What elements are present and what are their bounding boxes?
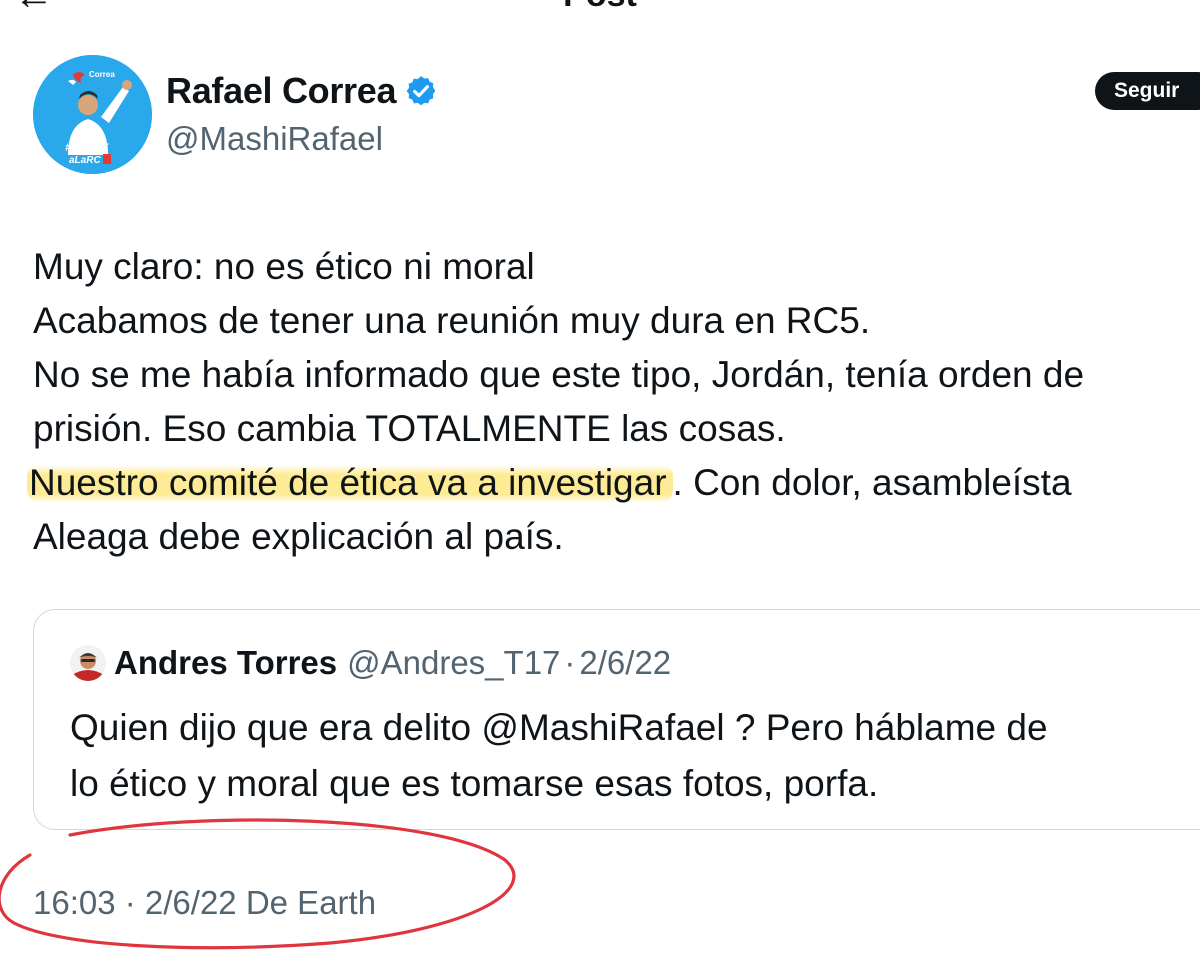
page-title: Post xyxy=(0,0,1200,15)
quoted-tweet-header: Andres Torres @Andres_T17 · 2/6/22 xyxy=(70,644,671,682)
author-name[interactable]: Rafael Correa xyxy=(166,70,397,112)
author-handle[interactable]: @MashiRafael xyxy=(166,120,383,158)
quoted-line: lo ético y moral que es tomarse esas fot… xyxy=(70,763,879,804)
separator-dot: · xyxy=(564,644,576,681)
tweet-text: Muy claro: no es ético ni moral Acabamos… xyxy=(27,240,1193,564)
follow-button[interactable]: Seguir xyxy=(1095,72,1200,110)
avatar[interactable]: Correa #UNETE aLaRC xyxy=(33,55,152,174)
red-ellipse-annotation xyxy=(0,818,516,950)
tweet-line: Aleaga debe explicación al país. xyxy=(33,516,564,557)
tweet-line: prisión. Eso cambia TOTALMENTE las cosas… xyxy=(33,408,786,449)
svg-text:#UNETE: #UNETE xyxy=(65,142,109,154)
verified-badge-icon xyxy=(406,76,436,106)
highlighted-text: Nuestro comité de ética va a investigar xyxy=(27,462,673,503)
tweet-line: Muy claro: no es ético ni moral xyxy=(33,246,535,287)
quoted-line: Quien dijo que era delito @MashiRafael ?… xyxy=(70,707,1048,748)
author-name-row: Rafael Correa xyxy=(166,70,438,112)
tweet-line-rest: . Con dolor, asambleísta xyxy=(672,462,1072,503)
quoted-author-handle[interactable]: @Andres_T17 xyxy=(347,644,560,682)
quoted-avatar[interactable] xyxy=(70,645,106,681)
svg-text:aLaRC: aLaRC xyxy=(69,155,101,166)
quoted-tweet-text: Quien dijo que era delito @MashiRafael ?… xyxy=(70,700,1200,812)
quoted-avatar-image xyxy=(70,645,106,681)
avatar-image: Correa #UNETE aLaRC xyxy=(33,55,152,174)
tweet-line: Acabamos de tener una reunión muy dura e… xyxy=(33,300,871,341)
quoted-date[interactable]: 2/6/22 xyxy=(579,644,671,682)
quoted-author-name[interactable]: Andres Torres xyxy=(114,644,337,682)
tweet-line: No se me había informado que este tipo, … xyxy=(33,354,1085,395)
quoted-tweet-card[interactable]: Andres Torres @Andres_T17 · 2/6/22 Quien… xyxy=(33,609,1200,830)
avatar-logo-text: Correa xyxy=(89,70,115,79)
tweet-line: Nuestro comité de ética va a investigar.… xyxy=(27,456,1193,510)
